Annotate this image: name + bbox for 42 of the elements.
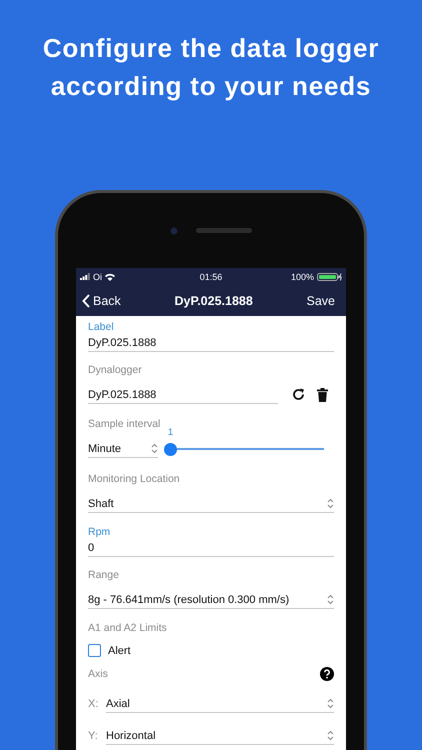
trash-icon[interactable]: [317, 388, 328, 402]
field-label: Sample interval: [88, 417, 160, 431]
back-chevron-icon: [82, 294, 90, 308]
alert-checkbox[interactable]: Alert: [88, 644, 334, 657]
field-label: Monitoring Location: [88, 472, 180, 486]
select-field[interactable]: Axial: [106, 695, 334, 713]
field-label: A1 and A2 Limits: [88, 621, 167, 635]
axis-label: X:: [88, 698, 100, 710]
updown-icon: [327, 730, 334, 741]
select-field[interactable]: Horizontal: [106, 727, 334, 745]
unit-select[interactable]: Minute: [88, 440, 158, 458]
updown-icon: [327, 498, 334, 509]
camera-icon: [170, 226, 178, 234]
back-button[interactable]: Back: [82, 294, 121, 308]
carrier-name: Oi: [93, 272, 102, 282]
field-label: Rpm: [88, 525, 110, 539]
headline: Configure the data logger according to your needs: [42, 32, 380, 103]
speaker-icon: [196, 228, 252, 233]
signal-icon: [80, 273, 90, 280]
field-label: Dynalogger: [88, 363, 142, 377]
updown-icon: [327, 594, 334, 605]
battery-icon: [317, 272, 342, 280]
refresh-icon[interactable]: [292, 388, 305, 401]
text-field[interactable]: DyP.025.1888: [88, 386, 278, 404]
battery-percent: 100%: [290, 272, 314, 282]
text-field[interactable]: 0: [88, 539, 334, 557]
screen-title: DyP.025.1888: [173, 294, 254, 308]
save-button[interactable]: Save: [306, 294, 335, 308]
clock-time: 01:56: [200, 272, 222, 282]
text-field[interactable]: DyP.025.1888: [88, 334, 334, 352]
field-label: Range: [88, 568, 119, 582]
slider-thumb[interactable]: [164, 442, 177, 456]
wifi-icon: [105, 272, 115, 280]
field-label: Label: [88, 320, 114, 334]
slider-value: 1: [166, 426, 174, 438]
field-label: Axis: [88, 667, 108, 681]
axis-label: Y:: [88, 730, 99, 742]
select-field[interactable]: 8g - 76.641mm/s (resolution 0.300 mm/s): [88, 591, 334, 609]
updown-icon: [151, 443, 158, 454]
select-field[interactable]: Shaft: [88, 495, 334, 513]
help-icon[interactable]: [320, 667, 334, 681]
updown-icon: [327, 698, 334, 709]
